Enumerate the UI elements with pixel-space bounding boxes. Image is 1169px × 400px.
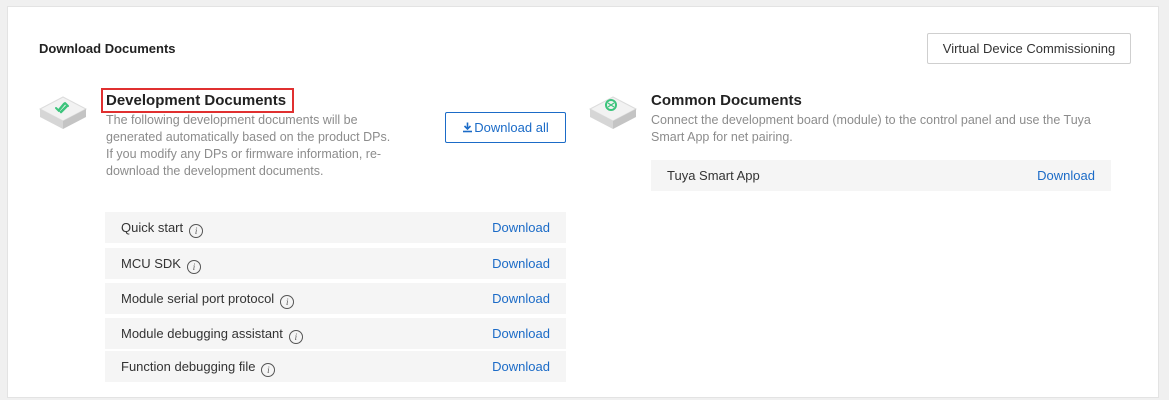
- download-link-mcu-sdk[interactable]: Download: [492, 248, 550, 279]
- download-documents-panel: Download Documents Virtual Device Commis…: [7, 6, 1159, 398]
- doc-row-module-debugging-assistant: Module debugging assistant i Download: [105, 318, 566, 349]
- download-link-module-debugging-assistant[interactable]: Download: [492, 318, 550, 349]
- download-link-module-serial-port-protocol[interactable]: Download: [492, 283, 550, 314]
- common-documents-title: Common Documents: [651, 92, 802, 109]
- development-documents-title: Development Documents: [106, 92, 287, 109]
- doc-name: Function debugging file i: [121, 351, 276, 382]
- doc-name: Tuya Smart App: [667, 168, 760, 183]
- info-icon[interactable]: i: [280, 295, 295, 309]
- doc-name-text: Function debugging file: [121, 359, 256, 374]
- doc-row-function-debugging-file: Function debugging file i Download: [105, 351, 566, 382]
- download-link-tuya-smart-app[interactable]: Download: [1037, 160, 1095, 191]
- common-documents-icon: [588, 96, 638, 129]
- doc-name: Quick start i: [121, 212, 204, 243]
- doc-row-mcu-sdk: MCU SDK i Download: [105, 248, 566, 279]
- panel-title: Download Documents: [39, 41, 176, 56]
- doc-name: Module serial port protocol i: [121, 283, 295, 314]
- doc-name-text: Module serial port protocol: [121, 291, 275, 306]
- download-all-label: Download all: [474, 120, 549, 135]
- development-documents-icon: [38, 96, 88, 129]
- info-icon[interactable]: i: [186, 260, 201, 274]
- info-icon[interactable]: i: [261, 363, 276, 377]
- download-all-button[interactable]: Download all: [445, 112, 566, 143]
- doc-name: MCU SDK i: [121, 248, 201, 279]
- doc-row-module-serial-port-protocol: Module serial port protocol i Download: [105, 283, 566, 314]
- virtual-device-commissioning-button[interactable]: Virtual Device Commissioning: [927, 33, 1131, 64]
- doc-name: Module debugging assistant i: [121, 318, 303, 349]
- doc-name-text: Module debugging assistant: [121, 326, 283, 341]
- development-documents-description: The following development documents will…: [106, 113, 391, 178]
- doc-name-text: MCU SDK: [121, 256, 181, 271]
- download-link-quick-start[interactable]: Download: [492, 212, 550, 243]
- doc-row-tuya-smart-app: Tuya Smart App Download: [651, 160, 1111, 191]
- doc-name-text: Quick start: [121, 220, 184, 235]
- doc-row-quick-start: Quick start i Download: [105, 212, 566, 243]
- download-link-function-debugging-file[interactable]: Download: [492, 351, 550, 382]
- info-icon[interactable]: i: [288, 330, 303, 344]
- info-icon[interactable]: i: [189, 224, 204, 238]
- common-documents-description: Connect the development board (module) t…: [651, 113, 1091, 144]
- download-icon: [463, 122, 473, 133]
